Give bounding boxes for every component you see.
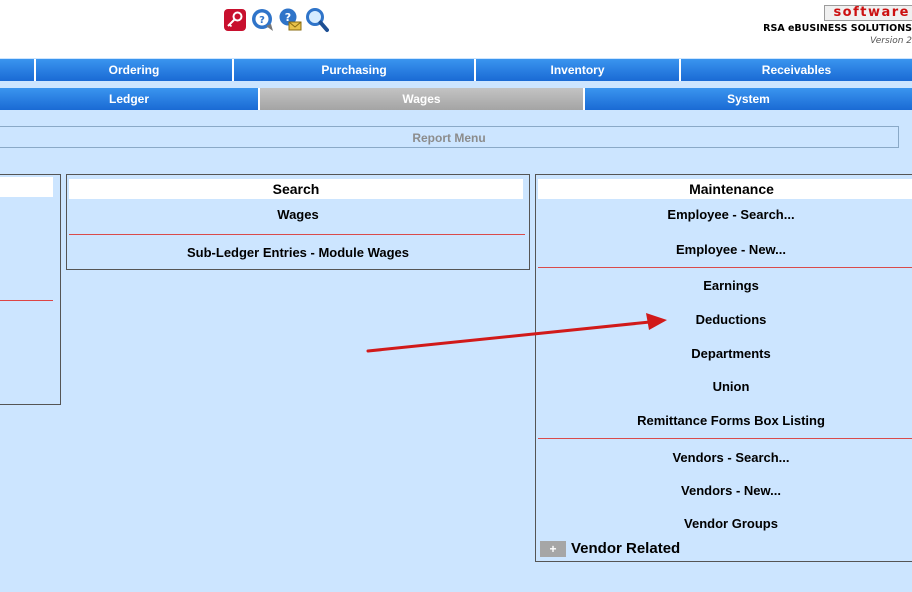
annotation-arrow-head xyxy=(646,313,667,330)
annotation-arrow-icon xyxy=(366,313,667,353)
annotation-arrow-shaft xyxy=(366,320,652,353)
